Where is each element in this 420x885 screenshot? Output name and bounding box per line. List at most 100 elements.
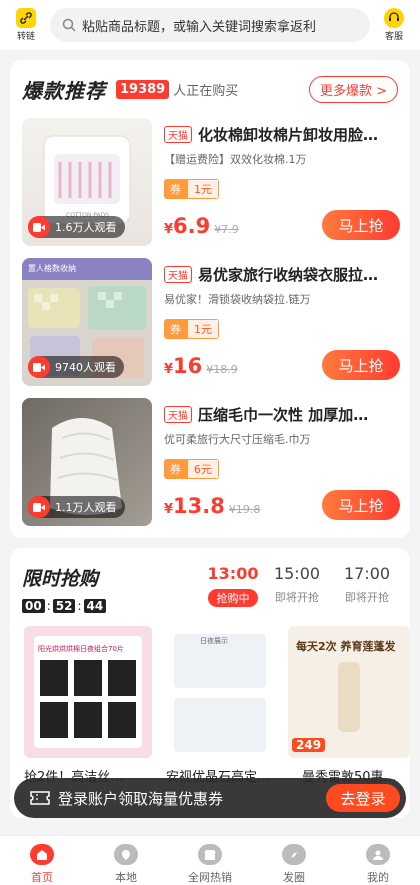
customer-service-button[interactable]: 客服 (378, 8, 410, 42)
viewer-count: 9740人观看 (55, 361, 116, 374)
product-image: 置人格数收纳 9740人观看 (22, 258, 152, 386)
price: 6.9 (173, 214, 211, 238)
time-slot-1700[interactable]: 17:00 即将开抢 (334, 564, 400, 605)
buy-now-button[interactable]: 马上抢 (322, 210, 400, 240)
coupon-label: 券 (164, 459, 187, 479)
product-title: 天猫 化妆棉卸妆棉片卸妆用脸… (164, 124, 400, 145)
product-title: 天猫 易优家旅行收纳袋衣服拉… (164, 264, 400, 285)
original-price: ¥19.8 (228, 503, 261, 516)
hot-products-card: 爆款推荐 19389 人正在购买 更多爆款 > COTTON PADS 1.6万… (10, 60, 410, 538)
bottom-tab-bar: 首页 本地 全网热销 发圈 我的 (0, 835, 420, 885)
product-title-text: 化妆棉卸妆棉片卸妆用脸… (198, 126, 379, 144)
tab-label: 首页 (31, 871, 53, 884)
product-desc: 易优家！滑锁袋收纳袋拉.链万 (164, 293, 311, 306)
tab-label: 本地 (115, 871, 137, 884)
login-banner: 登录账户领取海量优惠券 去登录 (14, 778, 406, 818)
convert-link-button[interactable]: 转链 (10, 8, 42, 42)
price-group: ¥ 6.9 ¥7.9 (164, 214, 239, 238)
flash-item-price: 249 (292, 738, 326, 752)
countdown-timer: 00: 52: 44 (22, 599, 107, 613)
tab-moments[interactable]: 发圈 (259, 836, 329, 885)
currency-symbol: ¥ (164, 222, 174, 237)
coupon-tag: 券 1元 (164, 319, 219, 339)
tab-label: 发圈 (283, 871, 305, 884)
price: 16 (173, 354, 203, 378)
link-icon (16, 8, 36, 28)
login-button[interactable]: 去登录 (326, 784, 400, 812)
time-slot-1300[interactable]: 13:00 抢购中 (200, 564, 266, 607)
product-info: 天猫 化妆棉卸妆棉片卸妆用脸… 【赠运费险】双效化妆棉.1万 券 1元 ¥ 6.… (164, 118, 400, 246)
more-hot-button[interactable]: 更多爆款 > (308, 75, 398, 103)
coupon-value: 1元 (187, 179, 219, 199)
home-icon (30, 844, 54, 865)
login-banner-text: 登录账户领取海量优惠券 (58, 789, 224, 808)
coupon-value: 1元 (187, 319, 219, 339)
video-camera-icon (28, 356, 50, 378)
video-camera-icon (28, 216, 50, 238)
product-desc: 优可柔旅行大尺寸压缩毛.巾万 (164, 433, 311, 446)
viewer-badge: 1.1万人观看 (28, 496, 125, 518)
viewer-badge: 1.6万人观看 (28, 216, 125, 238)
product-item[interactable]: 1.1万人观看 天猫 压缩毛巾一次性 加厚加… 优可柔旅行大尺寸压缩毛.巾万 券… (22, 398, 400, 526)
currency-symbol: ¥ (164, 362, 174, 377)
hot-title: 爆款推荐 (22, 78, 106, 103)
compass-icon (282, 844, 306, 865)
buyer-count-suffix: 人正在购买 (173, 83, 239, 99)
tab-local[interactable]: 本地 (91, 836, 161, 885)
flash-item-image[interactable]: 阳光烘烘烘棉日夜组合70片 (24, 626, 152, 758)
buy-now-button[interactable]: 马上抢 (322, 490, 400, 520)
user-icon (366, 844, 390, 865)
top-bar: 转链 粘贴商品标题，或输入关键词搜索拿返利 客服 (0, 0, 420, 50)
product-title: 天猫 压缩毛巾一次性 加厚加… (164, 404, 400, 425)
timer-seconds: 44 (83, 599, 107, 613)
coupon-value: 6元 (187, 459, 219, 479)
platform-tag: 天猫 (164, 406, 192, 423)
search-input[interactable]: 粘贴商品标题，或输入关键词搜索拿返利 (50, 8, 370, 42)
flash-header: 限时抢购 00: 52: 44 (22, 564, 107, 613)
time-slot-1500[interactable]: 15:00 即将开抢 (264, 564, 330, 605)
timer-minutes: 52 (52, 599, 76, 613)
coupon-tag: 券 6元 (164, 459, 219, 479)
tab-profile[interactable]: 我的 (343, 836, 413, 885)
slot-time: 17:00 (343, 564, 391, 583)
product-image: 1.1万人观看 (22, 398, 152, 526)
product-image: COTTON PADS 1.6万人观看 (22, 118, 152, 246)
video-camera-icon (28, 496, 50, 518)
coupon-label: 券 (164, 319, 187, 339)
product-desc: 【赠运费险】双效化妆棉.1万 (164, 153, 307, 166)
original-price: ¥7.9 (214, 223, 239, 236)
product-info: 天猫 易优家旅行收纳袋衣服拉… 易优家！滑锁袋收纳袋拉.链万 券 1元 ¥ 16… (164, 258, 400, 386)
convert-link-label: 转链 (16, 32, 35, 42)
viewer-count: 1.1万人观看 (55, 501, 117, 514)
hot-header: 爆款推荐 19389 人正在购买 更多爆款 > (10, 60, 410, 118)
product-info: 天猫 压缩毛巾一次性 加厚加… 优可柔旅行大尺寸压缩毛.巾万 券 6元 ¥ 13… (164, 398, 400, 526)
location-icon (114, 844, 138, 865)
store-icon (198, 844, 222, 865)
search-placeholder: 粘贴商品标题，或输入关键词搜索拿返利 (82, 19, 317, 35)
tab-hot-sales[interactable]: 全网热销 (175, 836, 245, 885)
price: 13.8 (173, 494, 225, 518)
currency-symbol: ¥ (164, 502, 174, 517)
product-title-text: 压缩毛巾一次性 加厚加… (198, 406, 369, 424)
product-item[interactable]: COTTON PADS 1.6万人观看 天猫 化妆棉卸妆棉片卸妆用脸… 【赠运费… (22, 118, 400, 246)
buyer-count: 19389 (116, 79, 170, 99)
flash-item-image[interactable]: 每天2次 养育莲蓬发 249 (288, 626, 410, 758)
flash-item-image[interactable]: 日夜展示 (156, 626, 284, 758)
viewer-badge: 9740人观看 (28, 356, 124, 378)
tab-home[interactable]: 首页 (7, 836, 77, 885)
coupon-tag: 券 1元 (164, 179, 219, 199)
timer-hours: 00 (22, 599, 45, 613)
flash-item-image-text: 日夜展示 (200, 637, 228, 645)
original-price: ¥18.9 (206, 363, 238, 376)
price-group: ¥ 16 ¥18.9 (164, 354, 238, 378)
viewer-count: 1.6万人观看 (55, 221, 117, 234)
platform-tag: 天猫 (164, 126, 192, 143)
slot-status: 即将开抢 (275, 591, 319, 604)
platform-tag: 天猫 (164, 266, 192, 283)
slot-status: 抢购中 (208, 589, 258, 607)
headset-icon (384, 8, 404, 28)
buy-now-button[interactable]: 马上抢 (322, 350, 400, 380)
product-title-text: 易优家旅行收纳袋衣服拉… (198, 266, 379, 284)
search-icon (62, 18, 76, 32)
product-item[interactable]: 置人格数收纳 9740人观看 天猫 易优家旅行收纳袋衣服拉… 易优家！滑锁袋收纳… (22, 258, 400, 386)
